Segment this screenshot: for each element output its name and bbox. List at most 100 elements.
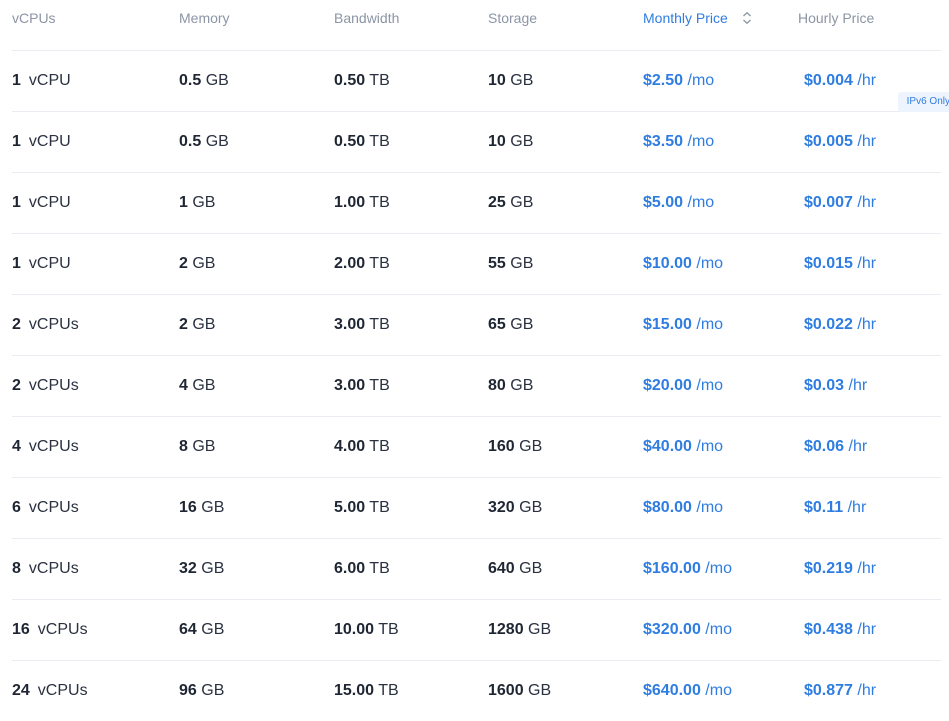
hourly-price-cell-unit: /hr xyxy=(857,682,877,699)
vcpus-cell: 4 vCPUs xyxy=(12,438,79,456)
table-row[interactable]: 1 vCPU 0.5 GB 0.50 TB 10 GB $2.50 /mo $0.004 /… xyxy=(12,51,941,112)
memory-cell-value: 32 xyxy=(179,560,197,577)
vcpus-cell: 1 vCPU xyxy=(12,255,71,273)
monthly-price-cell-value: $3.50 xyxy=(643,133,684,150)
monthly-price-cell: $160.00 /mo xyxy=(643,560,732,578)
memory-cell: 2 GB xyxy=(179,316,215,334)
table-row[interactable]: 1 vCPU 0.5 GB 0.50 TB 10 GB $3.50 /mo $0.005 /… xyxy=(12,112,941,173)
hourly-price-cell: $0.022 /hr xyxy=(804,316,876,334)
table-row[interactable]: 1 vCPU 2 GB 2.00 TB 55 GB $10.00 /mo $0.015 /h… xyxy=(12,234,941,295)
hourly-price-cell: $0.005 /hr xyxy=(804,133,876,151)
monthly-price-cell-value: $80.00 xyxy=(643,499,692,516)
table-row[interactable]: 1 vCPU 1 GB 1.00 TB 25 GB $5.00 /mo $0.007 /hr xyxy=(12,173,941,234)
hourly-price-cell-value: $0.438 xyxy=(804,621,853,638)
monthly-price-cell-unit: /mo xyxy=(687,72,715,89)
vcpus-cell-unit: vCPU xyxy=(28,72,71,89)
memory-cell-unit: GB xyxy=(201,560,225,577)
table-row[interactable]: 24 vCPUs 96 GB 15.00 TB 1600 GB $640.00 /mo $0… xyxy=(12,661,941,721)
hourly-price-cell-unit: /hr xyxy=(857,72,877,89)
column-header-vcpus[interactable]: vCPUs xyxy=(12,10,56,26)
monthly-price-cell: $10.00 /mo xyxy=(643,255,723,273)
table-row[interactable]: 4 vCPUs 8 GB 4.00 TB 160 GB $40.00 /mo $0.06 /… xyxy=(12,417,941,478)
vcpus-cell-value: 1 xyxy=(12,194,21,211)
bandwidth-cell: 0.50 TB xyxy=(334,72,390,90)
bandwidth-cell-unit: TB xyxy=(369,255,390,272)
monthly-price-cell: $320.00 /mo xyxy=(643,621,732,639)
hourly-price-cell-value: $0.06 xyxy=(804,438,845,455)
memory-cell: 2 GB xyxy=(179,255,215,273)
memory-cell-value: 16 xyxy=(179,499,197,516)
hourly-price-cell: $0.004 /hr xyxy=(804,72,876,90)
monthly-price-cell-unit: /mo xyxy=(696,438,724,455)
bandwidth-cell: 3.00 TB xyxy=(334,316,390,334)
storage-cell-unit: GB xyxy=(510,133,534,150)
memory-cell: 0.5 GB xyxy=(179,72,229,90)
column-header-bandwidth[interactable]: Bandwidth xyxy=(334,10,399,26)
bandwidth-cell-value: 0.50 xyxy=(334,72,366,89)
ipv6-only-badge: IPv6 Only xyxy=(897,92,949,112)
memory-cell-value: 2 xyxy=(179,316,188,333)
storage-cell-value: 320 xyxy=(488,499,515,516)
storage-cell: 55 GB xyxy=(488,255,533,273)
column-header-hourly-price[interactable]: Hourly Price xyxy=(798,10,874,26)
bandwidth-cell-value: 5.00 xyxy=(334,499,366,516)
bandwidth-cell-value: 3.00 xyxy=(334,316,366,333)
storage-cell-value: 160 xyxy=(488,438,515,455)
hourly-price-cell-value: $0.005 xyxy=(804,133,853,150)
hourly-price-cell-value: $0.022 xyxy=(804,316,853,333)
bandwidth-cell: 10.00 TB xyxy=(334,621,399,639)
vcpus-cell: 16 vCPUs xyxy=(12,621,88,639)
monthly-price-cell: $80.00 /mo xyxy=(643,499,723,517)
memory-cell-unit: GB xyxy=(201,621,225,638)
vcpus-cell-value: 1 xyxy=(12,72,21,89)
storage-cell-value: 1600 xyxy=(488,682,524,699)
table-row[interactable]: 16 vCPUs 64 GB 10.00 TB 1280 GB $320.00 /mo $0… xyxy=(12,600,941,661)
monthly-price-cell-value: $160.00 xyxy=(643,560,701,577)
table-row[interactable]: 2 vCPUs 4 GB 3.00 TB 80 GB $20.00 /mo $0.03 /h… xyxy=(12,356,941,417)
storage-cell-unit: GB xyxy=(510,72,534,89)
vcpus-cell-unit: vCPUs xyxy=(28,499,79,516)
memory-cell: 1 GB xyxy=(179,194,215,212)
table-body: 1 vCPU 0.5 GB 0.50 TB 10 GB $2.50 /mo $0.004 /… xyxy=(0,51,949,721)
hourly-price-cell-value: $0.219 xyxy=(804,560,853,577)
bandwidth-cell-value: 2.00 xyxy=(334,255,366,272)
vcpus-cell: 6 vCPUs xyxy=(12,499,79,517)
bandwidth-cell-value: 15.00 xyxy=(334,682,375,699)
table-row[interactable]: 8 vCPUs 32 GB 6.00 TB 640 GB $160.00 /mo $0.21… xyxy=(12,539,941,600)
monthly-price-cell-unit: /mo xyxy=(696,316,724,333)
storage-cell-value: 25 xyxy=(488,194,506,211)
hourly-price-cell-unit: /hr xyxy=(857,621,877,638)
hourly-price-cell-unit: /hr xyxy=(857,194,877,211)
memory-cell-unit: GB xyxy=(201,499,225,516)
memory-cell: 16 GB xyxy=(179,499,224,517)
table-header: vCPUs Memory Bandwidth Storage Monthly P… xyxy=(12,0,941,51)
storage-cell: 640 GB xyxy=(488,560,542,578)
table-row[interactable]: 2 vCPUs 2 GB 3.00 TB 65 GB $15.00 /mo $0.022 /… xyxy=(12,295,941,356)
vcpus-cell-unit: vCPUs xyxy=(28,377,79,394)
bandwidth-cell-unit: TB xyxy=(369,316,390,333)
monthly-price-cell: $640.00 /mo xyxy=(643,682,732,700)
monthly-price-cell-unit: /mo xyxy=(705,682,732,699)
memory-cell-value: 0.5 xyxy=(179,133,202,150)
monthly-price-cell: $20.00 /mo xyxy=(643,377,723,395)
column-header-memory[interactable]: Memory xyxy=(179,10,230,26)
monthly-price-cell-unit: /mo xyxy=(705,621,732,638)
bandwidth-cell: 6.00 TB xyxy=(334,560,390,578)
bandwidth-cell-unit: TB xyxy=(369,194,390,211)
table-row[interactable]: 6 vCPUs 16 GB 5.00 TB 320 GB $80.00 /mo $0.11 … xyxy=(12,478,941,539)
vcpus-cell-value: 8 xyxy=(12,560,21,577)
bandwidth-cell-unit: TB xyxy=(369,133,390,150)
hourly-price-cell: $0.015 /hr xyxy=(804,255,876,273)
bandwidth-cell-value: 0.50 xyxy=(334,133,366,150)
bandwidth-cell-unit: TB xyxy=(369,72,390,89)
sort-icon[interactable] xyxy=(740,11,754,25)
storage-cell: 320 GB xyxy=(488,499,542,517)
monthly-price-cell-value: $320.00 xyxy=(643,621,701,638)
vcpus-cell-unit: vCPUs xyxy=(37,621,88,638)
storage-cell-value: 10 xyxy=(488,72,506,89)
column-header-storage[interactable]: Storage xyxy=(488,10,537,26)
memory-cell-unit: GB xyxy=(205,72,229,89)
column-header-monthly-price[interactable]: Monthly Price xyxy=(643,10,754,26)
storage-cell-unit: GB xyxy=(510,194,534,211)
monthly-price-cell-unit: /mo xyxy=(687,194,715,211)
